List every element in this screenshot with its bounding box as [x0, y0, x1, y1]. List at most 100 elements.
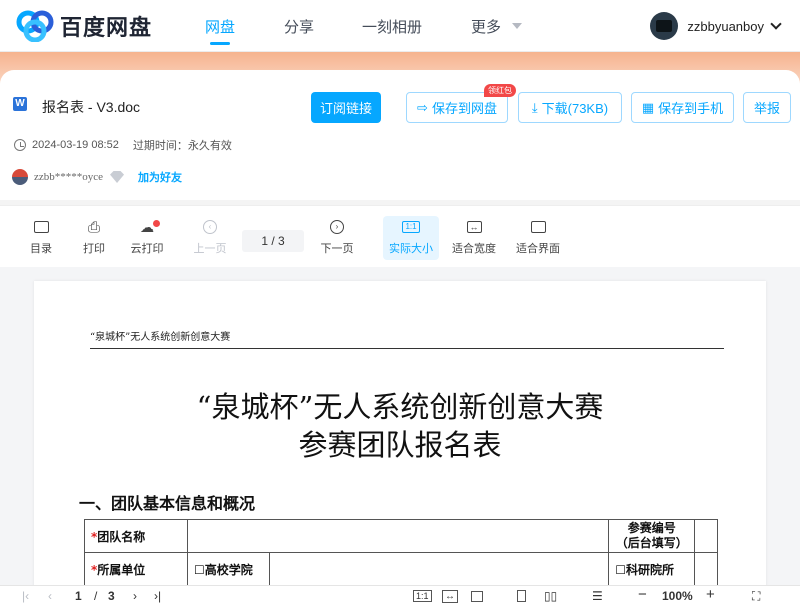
table-cell	[694, 519, 718, 553]
prev-page-label: 上一页	[193, 243, 227, 255]
fit-page-icon[interactable]	[471, 591, 483, 602]
brand-name: 百度网盘	[60, 16, 153, 41]
catalog-button[interactable]: 目录	[13, 216, 69, 256]
document-viewer[interactable]: “泉城杯”无人系统创新创意大赛 “泉城杯”无人系统创新创意大赛 参赛团队报名表 …	[0, 267, 800, 585]
fit-page-button[interactable]: 适合界面	[510, 216, 566, 256]
save-icon: ⇨	[417, 99, 428, 115]
entry-no-note: （后台填写）	[615, 536, 688, 550]
table-cell: ☐高校学院	[187, 552, 270, 585]
table-cell	[268, 552, 610, 585]
table-cell: *团队名称	[84, 519, 188, 553]
share-date: 2024-03-19 08:52	[32, 139, 119, 151]
actual-size-icon[interactable]: 1:1	[413, 590, 432, 602]
double-page-icon[interactable]: ▯▯	[544, 589, 557, 603]
catalog-icon	[33, 221, 49, 233]
fit-width-icon[interactable]: ↔	[442, 590, 458, 603]
chevron-down-icon	[512, 23, 522, 29]
viewer-toolbar: 目录 ⎙ 打印 ☁ 云打印 ‹ 上一页 1 / 3 › 下一页 1:1 实际大小…	[0, 205, 800, 267]
option-research: ☐科研院所	[615, 562, 675, 577]
page-indicator[interactable]: 1 / 3	[242, 230, 304, 252]
red-packet-badge: 领红包	[484, 84, 516, 97]
fit-width-label: 适合宽度	[452, 243, 496, 255]
download-label: 下载(73KB)	[541, 101, 609, 116]
page-header: “泉城杯”无人系统创新创意大赛	[90, 328, 724, 349]
expiry-text: 过期时间：永久有效	[132, 140, 232, 152]
brand-logo[interactable]: 百度网盘	[16, 10, 152, 42]
zoom-in-button[interactable]: +	[706, 586, 715, 603]
scroll-mode-icon[interactable]: ☰	[592, 589, 603, 603]
doc-title-line1: “泉城杯”无人系统创新创意大赛	[196, 390, 604, 424]
unit-label: 所属单位	[97, 562, 146, 577]
option-university: ☐高校学院	[194, 562, 253, 577]
subscribe-button[interactable]: 订阅链接	[311, 92, 381, 123]
nav-item-more[interactable]: 更多	[471, 16, 501, 37]
fullscreen-icon[interactable]: ⛶	[752, 589, 760, 604]
nav-item-share[interactable]: 分享	[284, 16, 314, 37]
next-page-button[interactable]: › 下一页	[309, 216, 365, 256]
download-icon: ⤓	[531, 99, 538, 115]
chevron-right-icon[interactable]: ›	[133, 589, 137, 603]
cloud-print-button[interactable]: ☁ 云打印	[119, 216, 175, 256]
user-name: zzbbyuanboy	[687, 18, 764, 34]
single-page-icon[interactable]	[517, 590, 526, 602]
chevron-left-icon[interactable]: ‹	[48, 589, 52, 603]
print-button[interactable]: ⎙ 打印	[66, 216, 122, 256]
prev-page-button[interactable]: ‹ 上一页	[182, 216, 238, 256]
first-page-icon[interactable]: |‹	[22, 589, 29, 603]
section-heading: 一、团队基本信息和概况	[79, 494, 256, 513]
catalog-label: 目录	[30, 243, 52, 255]
fit-page-label: 适合界面	[516, 243, 560, 255]
save-to-phone-button[interactable]: ▦ 保存到手机	[631, 92, 734, 123]
download-button[interactable]: ⤓ 下载(73KB)	[518, 92, 622, 123]
sharer-name: zzbb*****oyce	[34, 171, 104, 183]
team-name-label: 团队名称	[97, 529, 146, 544]
chevron-left-icon: ‹	[203, 220, 217, 234]
zoom-level[interactable]: 100%	[662, 589, 693, 603]
file-meta: 2024-03-19 08:52 过期时间：永久有效	[14, 137, 232, 153]
entry-no-label: 参赛编号	[627, 521, 676, 535]
nav-item-netdisk[interactable]: 网盘	[205, 16, 235, 37]
doc-title-line2: 参赛团队报名表	[298, 428, 502, 462]
file-card: W 报名表 - V3.doc 订阅链接 ⇨ 保存到网盘 领红包 ⤓ 下载(73K…	[0, 70, 800, 200]
save-to-disk-label: 保存到网盘	[431, 101, 497, 116]
printer-icon: ⎙	[87, 218, 100, 236]
qr-phone-icon: ▦	[641, 99, 655, 115]
table-cell: ☐科研院所	[608, 552, 696, 585]
cloud-printer-icon: ☁	[140, 218, 154, 235]
add-friend-link[interactable]: 加为好友	[138, 169, 182, 185]
next-page-label: 下一页	[320, 243, 354, 255]
page-separator: /	[94, 589, 98, 603]
nav-item-album[interactable]: 一刻相册	[362, 16, 422, 37]
sharer-info: zzbb*****oyce 加为好友	[12, 169, 182, 185]
chevron-down-icon	[770, 18, 782, 30]
current-page[interactable]: 1	[75, 589, 82, 603]
fit-width-icon: ↔	[466, 221, 482, 233]
notification-dot	[153, 220, 160, 227]
sharer-avatar	[12, 169, 28, 185]
document-page: “泉城杯”无人系统创新创意大赛 “泉城杯”无人系统创新创意大赛 参赛团队报名表 …	[34, 281, 766, 585]
file-name: 报名表 - V3.doc	[42, 99, 141, 115]
report-button[interactable]: 举报	[743, 92, 791, 123]
total-pages: 3	[108, 589, 115, 603]
cloud-print-label: 云打印	[130, 243, 164, 255]
fit-width-button[interactable]: ↔ 适合宽度	[446, 216, 502, 256]
nav-active-indicator	[210, 42, 230, 45]
top-nav: 百度网盘 网盘 分享 一刻相册 更多 zzbbyuanboy	[0, 0, 800, 52]
word-doc-icon: W	[13, 97, 27, 111]
user-menu[interactable]: zzbbyuanboy	[650, 12, 782, 40]
fit-page-icon	[530, 221, 546, 233]
registration-table: *团队名称 参赛编号 （后台填写） *所属单位 ☐高校学院 ☐科研院所	[84, 519, 718, 585]
clock-icon	[14, 139, 26, 151]
save-to-phone-label: 保存到手机	[658, 101, 724, 116]
zoom-out-button[interactable]: −	[638, 586, 647, 603]
table-cell	[694, 552, 718, 585]
last-page-icon[interactable]: ›|	[154, 589, 161, 603]
table-cell: *所属单位	[84, 552, 188, 585]
bottom-bar: |‹ ‹ 1 / 3 › ›| 1:1 ↔ ▯▯ ☰ − 100% + ⛶	[0, 585, 800, 606]
avatar[interactable]	[650, 12, 679, 40]
vip-diamond-icon	[110, 171, 125, 183]
table-row: *所属单位 ☐高校学院 ☐科研院所	[84, 552, 718, 585]
actual-size-icon: 1:1	[402, 221, 420, 233]
actual-size-button[interactable]: 1:1 实际大小	[383, 216, 439, 260]
print-label: 打印	[83, 243, 105, 255]
